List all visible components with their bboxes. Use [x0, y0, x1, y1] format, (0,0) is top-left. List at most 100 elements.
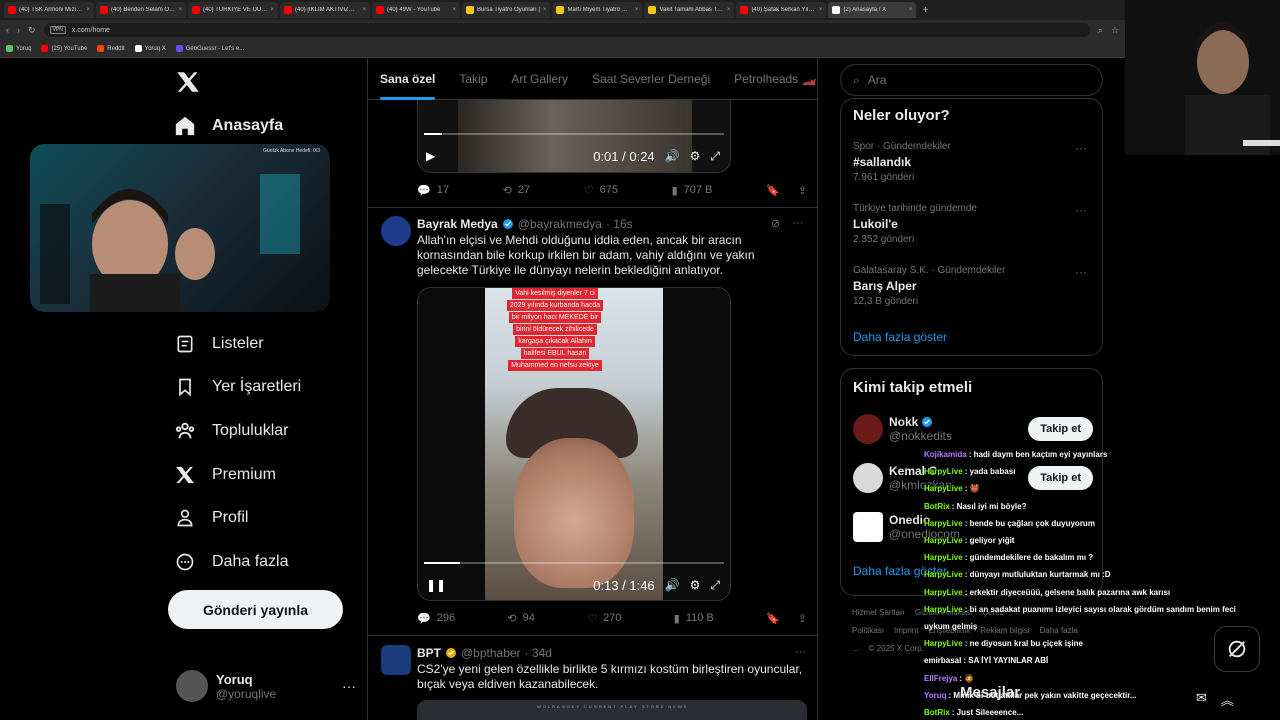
tab-close-icon[interactable]: ×	[270, 7, 274, 13]
browser-tab[interactable]: Martı Miyem Tiyatro Oyu ×	[552, 2, 643, 18]
reply-button[interactable]: 💬 296	[417, 612, 455, 625]
trend-item[interactable]: Türkiye tarihinde gündemde Lukoil'e 2.35…	[853, 203, 1093, 245]
feed-tab[interactable]: Petrolheads 🏎️	[722, 58, 828, 100]
tweet-more-icon[interactable]: ···	[792, 217, 803, 230]
tweet-time[interactable]: · 16s	[606, 217, 633, 231]
url-text[interactable]: x.com/home	[72, 27, 110, 34]
volume-icon[interactable]: 🔊	[665, 578, 680, 592]
trend-item[interactable]: Spor · Gündemdekiler #sallandık 7.961 gö…	[853, 141, 1093, 183]
search-input[interactable]	[867, 73, 1068, 87]
browser-tab[interactable]: Vakit Tamam Abbas Tiyat ×	[644, 2, 735, 18]
tab-close-icon[interactable]: ×	[543, 7, 547, 13]
tab-close-icon[interactable]: ×	[909, 7, 913, 13]
account-switcher[interactable]: Yoruq @yoruqlive ···	[176, 668, 356, 704]
back-icon[interactable]: ‹	[6, 25, 9, 35]
footer-link[interactable]: Imprint	[894, 626, 918, 635]
post-button[interactable]: Gönderi yayınla	[168, 590, 343, 629]
tweet-image[interactable]: WOLRANGEY CURRENT PLAY STORE NEWS	[417, 700, 807, 720]
views-button[interactable]: ▮ 110 B	[674, 612, 714, 625]
avatar[interactable]	[381, 216, 411, 246]
settings-icon[interactable]: ⚙	[690, 578, 701, 592]
new-tab-button[interactable]: +	[922, 5, 928, 16]
repost-button[interactable]: ⟲ 94	[507, 612, 534, 625]
share-icon[interactable]: ⇪	[798, 184, 807, 197]
nav-premium[interactable]: Premium	[172, 455, 276, 495]
nav-lists[interactable]: Listeler	[172, 324, 264, 364]
star-icon[interactable]: ☆	[1111, 25, 1119, 36]
tweet-author-handle[interactable]: @bpthaber	[461, 646, 521, 660]
expand-drawer-icon[interactable]: ︽	[1221, 690, 1234, 709]
nav-communities[interactable]: Topluluklar	[172, 411, 288, 451]
footer-link[interactable]: Hizmet Şartları	[852, 608, 905, 617]
nav-home[interactable]: Anasayfa	[172, 106, 283, 146]
bookmark-item[interactable]: GeoGuessr - Let's e...	[175, 45, 244, 52]
feed-tab[interactable]: Art Gallery	[499, 58, 580, 100]
fullscreen-icon[interactable]: ⤢	[710, 149, 720, 164]
account-more-icon[interactable]: ···	[342, 678, 356, 694]
trends-show-more[interactable]: Daha fazla göster	[853, 330, 947, 344]
bookmark-button[interactable]: 🔖 ⇪	[766, 612, 807, 625]
browser-tab[interactable]: (40) 49W - YouTube ×	[372, 2, 460, 18]
browser-tab[interactable]: (40) Benden Selam Olsun ×	[96, 2, 186, 18]
follow-suggestion[interactable]: Nokk @nokkedits Takip et	[853, 412, 1093, 446]
browser-tab[interactable]: (2) Anasayfa / X ×	[828, 2, 917, 18]
browser-tab[interactable]: Bursa Tiyatro Oyunları | ×	[462, 2, 551, 18]
reply-button[interactable]: 💬 17	[417, 184, 449, 197]
video-progress[interactable]	[424, 562, 724, 564]
bookmark-item[interactable]: (25) YouTube	[41, 45, 87, 52]
tweet-author-name[interactable]: Bayrak Medya	[417, 217, 498, 231]
like-button[interactable]: ♡ 270	[587, 612, 621, 625]
trend-more-icon[interactable]: ···	[1075, 203, 1087, 217]
messages-drawer-title[interactable]: Mesajlar	[960, 684, 1120, 701]
grok-icon[interactable]: ⊘	[771, 217, 780, 230]
tab-close-icon[interactable]: ×	[727, 7, 731, 13]
views-button[interactable]: ▮ 707 B	[672, 184, 713, 197]
grok-button[interactable]	[1214, 626, 1260, 672]
browser-tab[interactable]: (40) TSK Armoni Mızıkası ×	[4, 2, 94, 18]
avatar[interactable]	[381, 645, 411, 675]
bookmark-item[interactable]: Reddit	[97, 45, 125, 52]
tweet-author-handle[interactable]: @bayrakmedya	[518, 217, 602, 231]
play-icon[interactable]: ▶	[426, 149, 435, 163]
tweet-time[interactable]: · 34d	[525, 646, 552, 660]
browser-tab[interactable]: (40) TÜRKİYE VE DÜNYA ×	[188, 2, 278, 18]
reload-icon[interactable]: ↻	[28, 25, 36, 36]
browser-tab[interactable]: (40) Şafak Serkan Yılmaz ×	[736, 2, 827, 18]
tweet-more-icon[interactable]: ···	[795, 646, 806, 658]
feed-tab[interactable]: Takip	[447, 58, 499, 100]
tab-close-icon[interactable]: ×	[452, 7, 456, 13]
tweet-author-name[interactable]: BPT	[417, 646, 441, 660]
tab-close-icon[interactable]: ×	[635, 7, 639, 13]
trend-item[interactable]: Galatasaray S.K. · Gündemdekiler Barış A…	[853, 265, 1093, 307]
tab-close-icon[interactable]: ×	[819, 7, 823, 13]
nav-bookmarks[interactable]: Yer İşaretleri	[172, 367, 301, 407]
nav-profile[interactable]: Profil	[172, 498, 248, 538]
bookmark-item[interactable]: Yoruq	[6, 45, 31, 52]
x-logo-icon[interactable]	[176, 70, 200, 94]
vpn-badge[interactable]: VPN	[49, 26, 66, 34]
url-field[interactable]: VPN x.com/home	[43, 23, 1090, 37]
tweet-video[interactable]: ▶ 0:01 / 0:24 🔊 ⚙ ⤢	[417, 100, 731, 173]
trend-more-icon[interactable]: ···	[1075, 265, 1087, 279]
bookmark-item[interactable]: Yoruq X	[134, 45, 166, 52]
repost-button[interactable]: ⟲ 27	[503, 184, 530, 197]
tab-close-icon[interactable]: ×	[362, 7, 366, 13]
search-box[interactable]: ⌕	[840, 64, 1103, 96]
bookmark-button[interactable]: 🔖 ⇪	[766, 184, 807, 197]
nav-more[interactable]: Daha fazla	[172, 542, 289, 582]
browser-tab[interactable]: (40) [İKLİM AKTİVİZMİ] YA ×	[280, 2, 370, 18]
feed-tab[interactable]: Sana özel	[368, 58, 447, 100]
feed-tab[interactable]: Saat Severler Derneği	[580, 58, 722, 100]
footer-link[interactable]: © 2025 X Corp.	[869, 644, 924, 653]
like-button[interactable]: ♡ 675	[584, 184, 618, 197]
fullscreen-icon[interactable]: ⤢	[710, 578, 720, 593]
pause-icon[interactable]: ❚❚	[426, 578, 446, 592]
compose-message-icon[interactable]: ✉	[1196, 690, 1207, 709]
video-progress[interactable]	[424, 133, 724, 135]
settings-icon[interactable]: ⚙	[690, 149, 701, 163]
tab-close-icon[interactable]: ×	[178, 7, 182, 13]
tweet-video[interactable]: Vahi kesilmiş diyenler 7 ci 2029 yılında …	[417, 287, 731, 601]
zoom-icon[interactable]: ⌕	[1098, 25, 1103, 36]
trend-more-icon[interactable]: ···	[1075, 141, 1087, 155]
tab-close-icon[interactable]: ×	[86, 7, 90, 13]
